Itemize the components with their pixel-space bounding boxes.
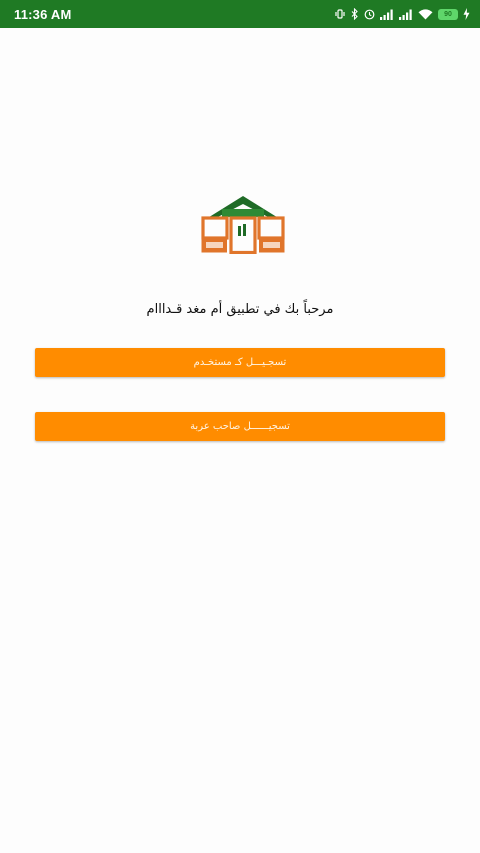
charging-icon [463,8,470,20]
bluetooth-icon [351,8,358,20]
signal-icon [380,9,393,20]
register-car-owner-button[interactable]: تسجيــــــل صاحب عربة [35,412,445,441]
app-logo [201,196,285,254]
wifi-icon [418,8,433,19]
status-icons: 90 [334,8,470,20]
welcome-text: مرحباً بك في تطبيق أم مغد قـدااام [146,302,334,317]
register-user-button[interactable]: تسجـيـــل كـ مستخـدم [35,348,445,377]
alarm-icon [364,9,375,19]
status-time: 11:36 AM [14,6,72,22]
vibrate-icon [335,9,345,19]
main-content: مرحباً بك في تطبيق أم مغد قـدااام تسجـيـ… [0,28,480,853]
battery-icon: 90 [438,8,458,20]
status-bar: 11:36 AM 90 [0,0,480,28]
signal-icon [399,9,412,20]
